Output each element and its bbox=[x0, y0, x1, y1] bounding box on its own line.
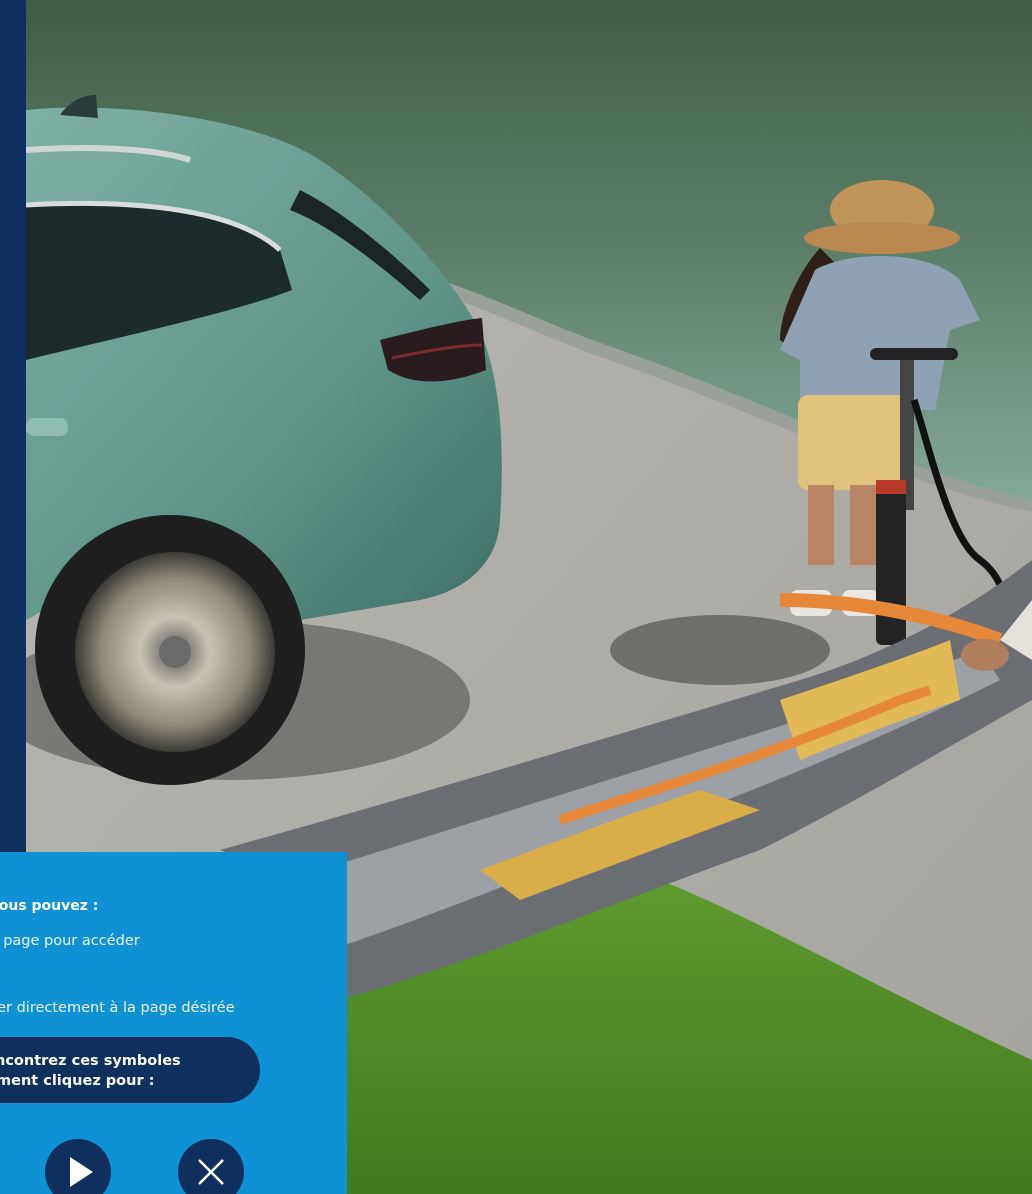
help-line-direct-access: céder directement à la page désirée bbox=[0, 1000, 235, 1016]
left-sidebar-strip bbox=[0, 0, 26, 852]
navigation-help-panel: ment vous pouvez : ut de page pour accéd… bbox=[0, 852, 347, 1194]
play-button[interactable] bbox=[45, 1139, 111, 1194]
close-icon bbox=[198, 1159, 224, 1185]
help-title: ment vous pouvez : bbox=[0, 898, 99, 914]
symbols-instruction-pill: ncontrez ces symboles ment cliquez pour … bbox=[0, 1037, 260, 1103]
play-icon bbox=[70, 1157, 93, 1187]
close-button[interactable] bbox=[178, 1139, 244, 1194]
symbols-line-1: ncontrez ces symboles bbox=[0, 1053, 181, 1069]
symbols-line-2: ment cliquez pour : bbox=[0, 1073, 155, 1089]
help-line-top-of-page: ut de page pour accéder bbox=[0, 933, 140, 949]
